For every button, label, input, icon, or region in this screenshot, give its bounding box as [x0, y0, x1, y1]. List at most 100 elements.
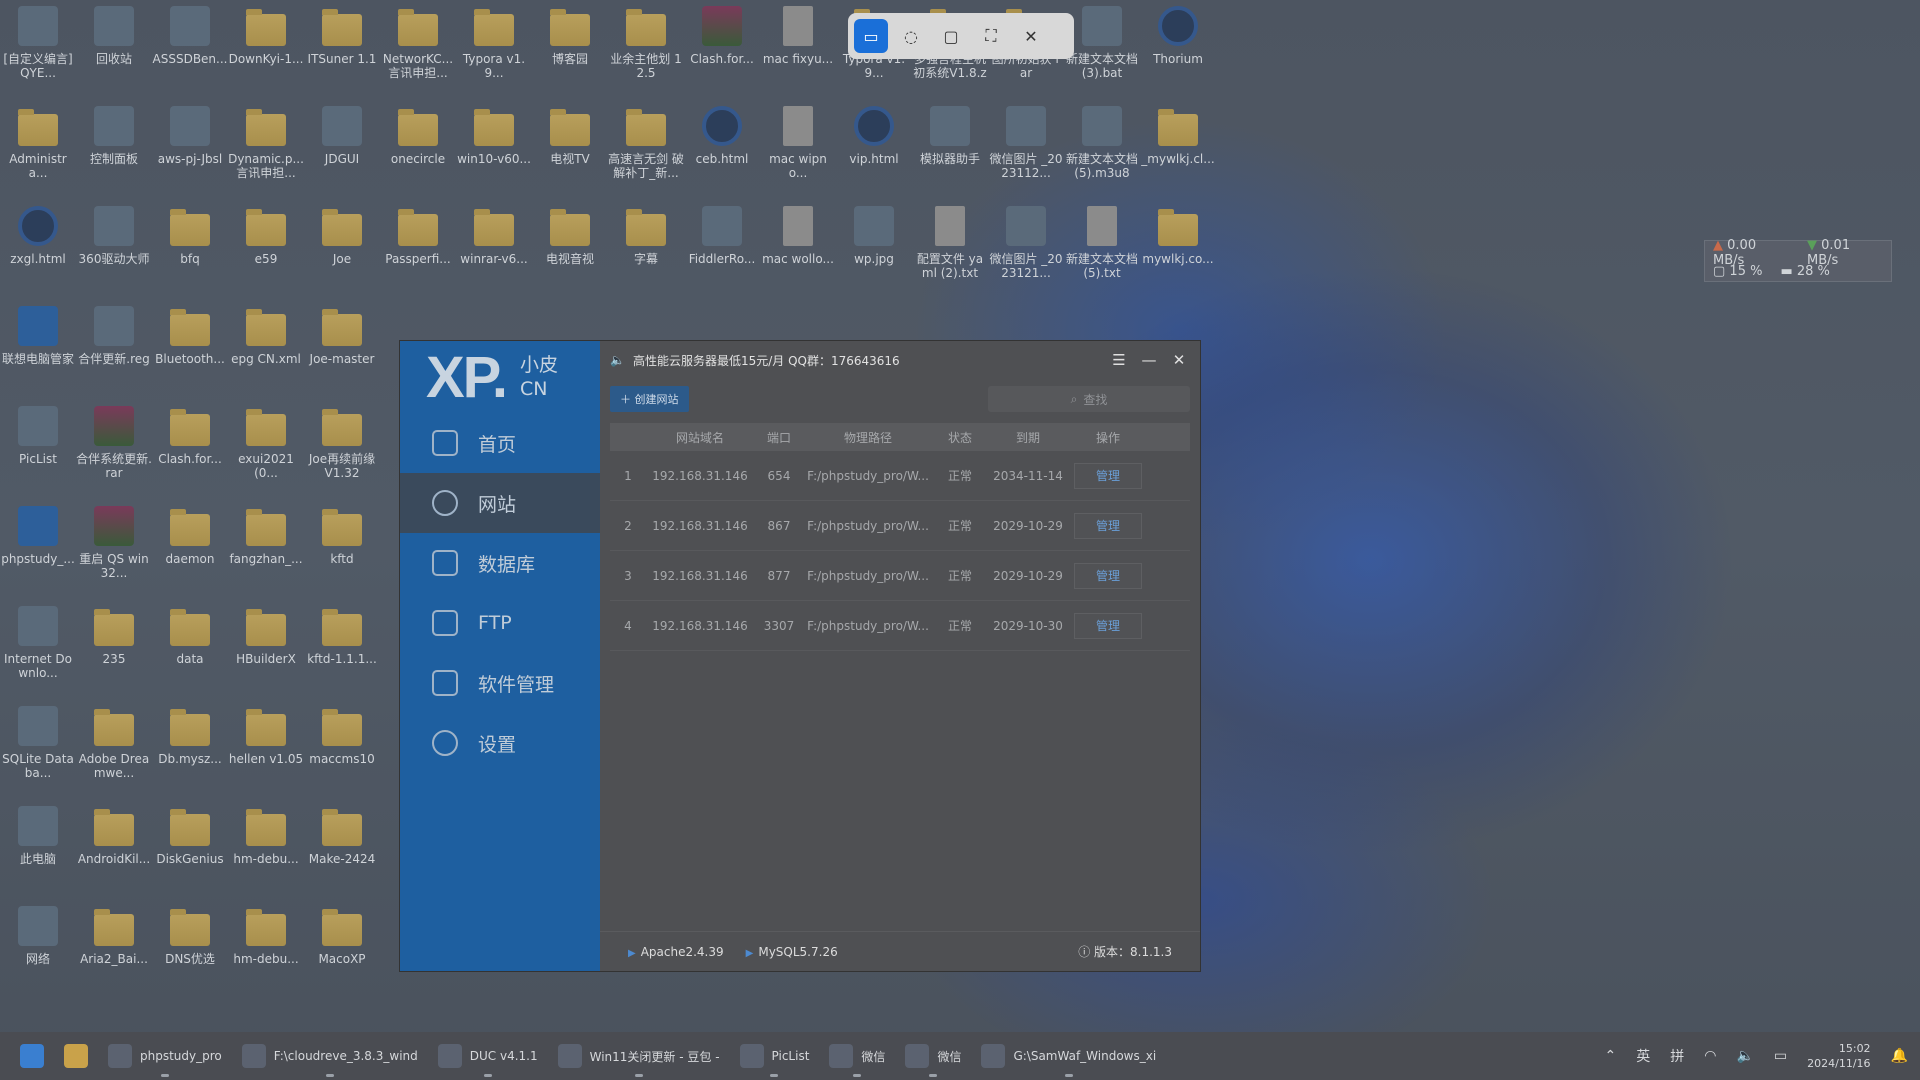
desktop-icon[interactable]: hm-debu...: [230, 802, 302, 902]
taskbar-item[interactable]: [54, 1032, 98, 1080]
create-website-button[interactable]: ＋ 创建网站: [610, 386, 689, 412]
taskbar-item[interactable]: phpstudy_pro: [98, 1032, 232, 1080]
desktop-icon[interactable]: 电视音视: [534, 202, 606, 302]
desktop-icon[interactable]: ASSSDBen...: [153, 2, 227, 102]
desktop-icon[interactable]: 电视TV: [534, 102, 606, 202]
desktop-icon[interactable]: 235: [78, 602, 150, 702]
menu-icon[interactable]: ☰: [1108, 351, 1130, 369]
desktop-icon[interactable]: 重启 QS win32...: [78, 502, 150, 602]
taskbar-item[interactable]: DUC v4.1.1: [428, 1032, 548, 1080]
desktop-icon[interactable]: aws-pj-Jbsl: [154, 102, 226, 202]
desktop-icon[interactable]: Adobe Dreamwe...: [78, 702, 150, 802]
fullscreen-snip-icon[interactable]: ⛶: [974, 19, 1008, 53]
desktop-icon[interactable]: 模拟器助手: [914, 102, 986, 202]
apache-status[interactable]: ▶ Apache2.4.39: [628, 945, 724, 959]
desktop-icon[interactable]: Bluetooth...: [154, 302, 226, 402]
desktop-icon[interactable]: mac wollo...: [762, 202, 834, 302]
desktop-icon[interactable]: winrar-v6...: [458, 202, 530, 302]
desktop-icon[interactable]: Joe-master: [306, 302, 378, 402]
desktop-icon[interactable]: epg CN.xml: [230, 302, 302, 402]
desktop-icon[interactable]: _mywlkj.cl...: [1141, 102, 1215, 202]
chevron-up-icon[interactable]: ⌃: [1605, 1048, 1617, 1064]
desktop-icon[interactable]: 联想电脑管家: [2, 302, 74, 402]
manage-button[interactable]: 管理: [1074, 462, 1142, 489]
battery-icon[interactable]: ▭: [1774, 1048, 1787, 1064]
desktop-icon[interactable]: 控制面板: [78, 102, 150, 202]
desktop-icon[interactable]: Aria2_Bai...: [78, 902, 150, 1002]
desktop-icon[interactable]: Clash.for...: [154, 402, 226, 502]
close-button[interactable]: ✕: [1168, 351, 1190, 369]
nav-home[interactable]: 首页: [400, 413, 600, 473]
manage-button[interactable]: 管理: [1074, 512, 1142, 539]
desktop-icon[interactable]: 博客园: [534, 2, 606, 102]
nav-ftp[interactable]: FTP: [400, 593, 600, 653]
desktop-icon[interactable]: PicList: [2, 402, 74, 502]
desktop-icon[interactable]: data: [154, 602, 226, 702]
desktop-icon[interactable]: MacoXP: [306, 902, 378, 1002]
nav-software[interactable]: 软件管理: [400, 653, 600, 713]
desktop-icon[interactable]: maccms10: [306, 702, 378, 802]
desktop-icon[interactable]: JDGUI: [306, 102, 378, 202]
desktop-icon[interactable]: Db.mysz...: [154, 702, 226, 802]
desktop-icon[interactable]: Typora v1.9...: [458, 2, 530, 102]
window-snip-icon[interactable]: ▢: [934, 19, 968, 53]
desktop-icon[interactable]: 微信图片 _2023121...: [989, 202, 1063, 302]
close-icon[interactable]: ✕: [1014, 19, 1048, 53]
taskbar-item[interactable]: 微信: [819, 1032, 895, 1080]
desktop-icon[interactable]: 新建文本文档 (3).bat: [1066, 2, 1138, 102]
desktop-icon[interactable]: ceb.html: [686, 102, 758, 202]
desktop-icon[interactable]: Dynamic.p... 言讯申担...: [228, 102, 304, 202]
desktop-icon[interactable]: e59: [230, 202, 302, 302]
desktop-icon[interactable]: Make-2424: [306, 802, 378, 902]
desktop-icon[interactable]: 新建文本文档 (5).m3u8: [1066, 102, 1138, 202]
ime-mode[interactable]: 拼: [1670, 1046, 1684, 1066]
ime-language[interactable]: 英: [1636, 1046, 1650, 1066]
desktop-icon[interactable]: 高速言无剑 破解补丁_新...: [608, 102, 684, 202]
desktop-icon[interactable]: Passperfi...: [382, 202, 454, 302]
taskbar-item[interactable]: [10, 1032, 54, 1080]
mysql-status[interactable]: ▶ MySQL5.7.26: [746, 945, 838, 959]
desktop-icon[interactable]: 此电脑: [2, 802, 74, 902]
taskbar-item[interactable]: 微信: [895, 1032, 971, 1080]
rect-snip-icon[interactable]: ▭: [854, 19, 888, 53]
desktop-icon[interactable]: Internet Downlo...: [2, 602, 74, 702]
desktop-icon[interactable]: 配置文件 yaml (2).txt: [914, 202, 986, 302]
desktop-icon[interactable]: Joe再续前缘 V1.32: [306, 402, 378, 502]
desktop-icon[interactable]: DownKyi-1...: [229, 2, 303, 102]
desktop-icon[interactable]: 微信图片 _2023112...: [989, 102, 1063, 202]
desktop-icon[interactable]: 合伴系统更新.rar: [76, 402, 152, 502]
notification-icon[interactable]: 🔔: [1891, 1048, 1908, 1064]
desktop-icon[interactable]: Administra...: [2, 102, 74, 202]
volume-icon[interactable]: 🔈: [1736, 1048, 1753, 1064]
desktop-icon[interactable]: 合伴更新.reg: [78, 302, 150, 402]
freeform-snip-icon[interactable]: ◌: [894, 19, 928, 53]
desktop-icon[interactable]: SQLite Databa...: [2, 702, 74, 802]
desktop-icon[interactable]: exui2021(0...: [230, 402, 302, 502]
nav-settings[interactable]: 设置: [400, 713, 600, 773]
desktop-icon[interactable]: [自定义编言] QYE...: [2, 2, 74, 102]
desktop-icon[interactable]: HBuilderX: [230, 602, 302, 702]
desktop-icon[interactable]: hellen v1.05: [229, 702, 303, 802]
desktop-icon[interactable]: 字幕: [610, 202, 682, 302]
desktop-icon[interactable]: FiddlerRo...: [686, 202, 758, 302]
desktop-icon[interactable]: win10-v60...: [457, 102, 531, 202]
desktop-icon[interactable]: 新建文本文档 (5).txt: [1066, 202, 1138, 302]
minimize-button[interactable]: —: [1138, 351, 1160, 369]
desktop-icon[interactable]: hm-debu...: [230, 902, 302, 1002]
manage-button[interactable]: 管理: [1074, 562, 1142, 589]
taskbar-item[interactable]: G:\SamWaf_Windows_xi: [971, 1032, 1166, 1080]
desktop-icon[interactable]: ITSuner 1.1: [306, 2, 378, 102]
desktop-icon[interactable]: zxgl.html: [2, 202, 74, 302]
desktop-icon[interactable]: mywlkj.co...: [1142, 202, 1214, 302]
nav-database[interactable]: 数据库: [400, 533, 600, 593]
clock[interactable]: 15:02 2024/11/16: [1807, 1041, 1870, 1071]
desktop-icon[interactable]: AndroidKil...: [78, 802, 150, 902]
desktop-icon[interactable]: mac fixyu...: [762, 2, 834, 102]
taskbar-item[interactable]: PicList: [730, 1032, 820, 1080]
desktop-icon[interactable]: fangzhan_...: [229, 502, 303, 602]
taskbar-item[interactable]: F:\cloudreve_3.8.3_wind: [232, 1032, 428, 1080]
desktop-icon[interactable]: 360驱动大师: [78, 202, 150, 302]
desktop-icon[interactable]: vip.html: [838, 102, 910, 202]
desktop-icon[interactable]: kftd-1.1.1...: [306, 602, 378, 702]
desktop-icon[interactable]: kftd: [306, 502, 378, 602]
